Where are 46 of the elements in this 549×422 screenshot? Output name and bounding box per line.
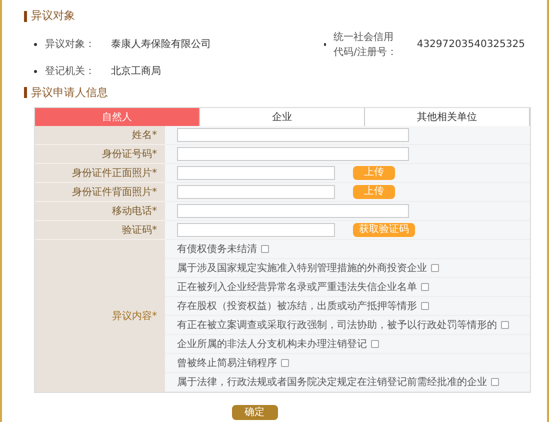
option-label: 正在被列入企业经营异常名录或严重违法失信企业名单 (177, 280, 417, 294)
input-field[interactable] (177, 147, 409, 161)
bullet-icon (34, 70, 37, 72)
confirm-button[interactable]: 确定 (232, 405, 278, 420)
option-label: 有正在被立案调查或采取行政强制，司法协助，被予以行政处罚等情形的 (177, 318, 497, 332)
checkbox[interactable] (491, 378, 499, 386)
checkbox[interactable] (371, 340, 379, 348)
heading-marker (24, 10, 27, 22)
field-value: 43297203540325325 (416, 38, 525, 52)
option-label: 有债权债务未结清 (177, 242, 257, 256)
form-label: 身份证件背面照片* (72, 186, 157, 200)
field-value: 泰康人寿保险有限公司 (111, 38, 211, 52)
input-field[interactable] (177, 223, 335, 237)
option-label: 存在股权（投资权益）被冻结，出质或动产抵押等情形 (177, 300, 417, 314)
checkbox[interactable] (421, 302, 429, 310)
bullet-icon (34, 43, 37, 46)
option-label: 属于法律，行政法规或者国务院决定规定在注销登记前需经批准的企业 (177, 376, 487, 390)
field-value: 北京工商局 (111, 64, 161, 78)
heading-marker (24, 87, 27, 98)
field-label: 异议对象： (45, 38, 95, 52)
action-button[interactable]: 上传 (353, 166, 395, 180)
option-label: 企业所属的非法人分支机构未办理注销登记 (177, 338, 367, 352)
input-field[interactable] (177, 185, 335, 199)
field-label: 统一社会信用代码/注册号： (334, 30, 398, 60)
form-label: 移动电话* (112, 204, 157, 218)
form-label: 姓名* (132, 128, 157, 142)
checkbox[interactable] (281, 359, 289, 367)
field-label: 登记机关： (45, 64, 95, 78)
section-heading: 异议对象 (31, 8, 75, 24)
action-button[interactable]: 上传 (353, 185, 395, 199)
form-label: 身份证件正面照片* (72, 166, 157, 180)
checkbox[interactable] (431, 264, 439, 272)
checkbox[interactable] (501, 321, 509, 329)
input-field[interactable] (177, 128, 409, 142)
form-label: 身份证号码* (102, 148, 157, 162)
option-label: 曾被终止简易注销程序 (177, 356, 277, 370)
action-button[interactable]: 获取验证码 (353, 223, 415, 237)
form-label: 验证码* (122, 224, 157, 238)
checkbox[interactable] (261, 245, 269, 253)
form-label: 异议内容* (112, 310, 157, 324)
input-field[interactable] (177, 204, 409, 218)
section-heading: 异议申请人信息 (31, 84, 108, 100)
tab[interactable]: 自然人 (35, 108, 200, 126)
option-label: 属于涉及国家规定实施准入特别管理措施的外商投资企业 (177, 262, 427, 276)
input-field[interactable] (177, 166, 335, 180)
checkbox[interactable] (421, 283, 429, 291)
